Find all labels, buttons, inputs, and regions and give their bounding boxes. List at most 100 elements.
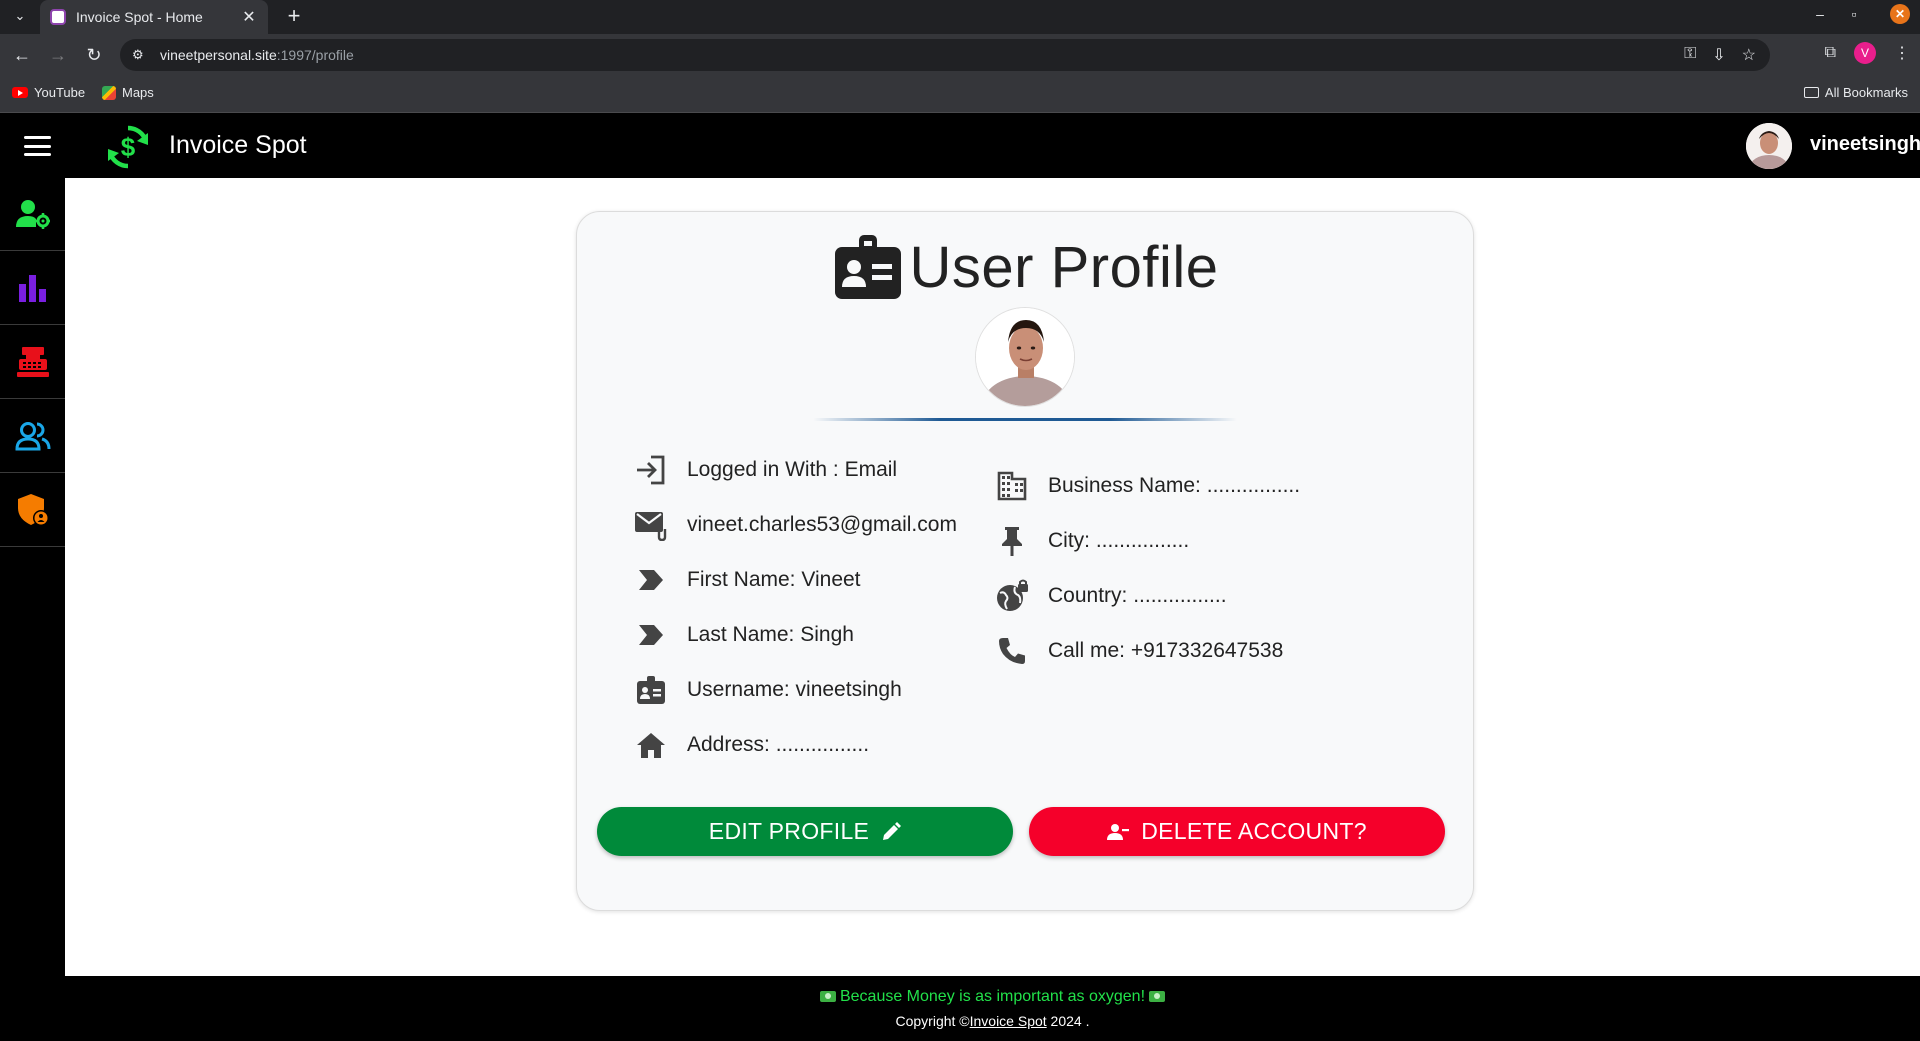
tab-search-icon[interactable]: ⌄ xyxy=(8,4,32,28)
info-first-name: First Name: Vineet xyxy=(633,560,861,600)
email-icon xyxy=(633,507,669,543)
window-close-icon[interactable]: ✕ xyxy=(1890,4,1910,24)
copyright-link[interactable]: Invoice Spot xyxy=(970,1013,1047,1029)
back-icon[interactable]: ← xyxy=(8,41,36,69)
shield-user-icon xyxy=(17,494,49,526)
label-icon xyxy=(633,562,669,598)
main-content: User Profile Logged in With: Email vine… xyxy=(65,178,1920,976)
first-name-text: First Name: Vineet xyxy=(687,568,861,591)
svg-text:$: $ xyxy=(121,132,136,162)
username-text: Username: vineetsingh xyxy=(687,678,902,701)
youtube-icon xyxy=(12,87,28,98)
info-phone: Call me: +917332647538 xyxy=(994,631,1283,671)
address-text: Address: ................ xyxy=(687,733,870,756)
page-title: User Profile xyxy=(909,234,1219,300)
building-icon xyxy=(994,468,1030,504)
browser-profile-avatar[interactable]: V xyxy=(1854,42,1876,64)
cash-register-icon xyxy=(16,347,49,377)
header-divider xyxy=(813,418,1237,421)
browser-tab[interactable]: Invoice Spot - Home ✕ xyxy=(40,0,268,34)
info-email: vineet.charles53@gmail.com xyxy=(633,505,957,545)
money-icon xyxy=(1149,991,1166,1003)
delete-account-button[interactable]: DELETE ACCOUNT? xyxy=(1029,807,1445,856)
forward-icon[interactable]: → xyxy=(44,41,72,69)
bookmark-youtube[interactable]: YouTube xyxy=(12,85,85,100)
profile-picture[interactable] xyxy=(975,307,1075,407)
reload-icon[interactable]: ↻ xyxy=(80,41,108,69)
brand-name[interactable]: Invoice Spot xyxy=(169,131,307,160)
url-path: :1997/profile xyxy=(276,47,354,63)
sidebar-item-cash-register[interactable] xyxy=(0,326,65,399)
tagline-text: Because Money is as important as oxygen! xyxy=(839,988,1146,1005)
edit-profile-button[interactable]: EDIT PROFILE xyxy=(597,807,1013,856)
user-gear-icon xyxy=(15,200,50,229)
phone-icon xyxy=(994,633,1030,669)
email-text: vineet.charles53@gmail.com xyxy=(687,513,957,536)
pin-icon xyxy=(994,523,1030,559)
pencil-icon xyxy=(883,821,902,840)
profile-card: User Profile Logged in With: Email vine… xyxy=(576,211,1474,911)
minimize-icon[interactable]: – xyxy=(1804,0,1836,28)
globe-icon xyxy=(994,578,1030,614)
home-icon xyxy=(633,727,669,763)
login-method-text: Logged in With : Email xyxy=(687,458,898,481)
tab-close-icon[interactable]: ✕ xyxy=(240,7,258,27)
login-icon xyxy=(633,452,669,488)
info-city: City: ................ xyxy=(994,521,1189,561)
users-icon xyxy=(14,422,50,451)
bookmarks-bar: YouTube Maps All Bookmarks xyxy=(0,76,1920,113)
info-last-name: Last Name: Singh xyxy=(633,615,854,655)
bookmark-star-icon[interactable]: ☆ xyxy=(1742,45,1756,65)
sidebar-item-user-settings[interactable] xyxy=(0,178,65,251)
profile-header: User Profile xyxy=(577,232,1475,302)
user-avatar[interactable] xyxy=(1746,123,1792,169)
browser-toolbar: ← → ↻ ⚙ vineetpersonal.site:1997/profile… xyxy=(0,34,1920,76)
new-tab-icon[interactable]: + xyxy=(280,2,308,30)
country-text: Country: ................ xyxy=(1048,584,1227,607)
copyright-suffix: 2024 . xyxy=(1046,1013,1090,1029)
footer-copyright: Copyright ©Invoice Spot 2024 . xyxy=(65,1013,1920,1029)
bookmark-label: Maps xyxy=(122,85,154,100)
info-login-method: Logged in With : Email xyxy=(633,450,897,490)
city-text: City: ................ xyxy=(1048,529,1190,552)
all-bookmarks[interactable]: All Bookmarks xyxy=(1803,85,1908,100)
url-host: vineetpersonal.site xyxy=(160,47,277,63)
money-icon xyxy=(819,991,836,1003)
address-bar[interactable]: ⚙ vineetpersonal.site:1997/profile ⚿ ⇩ ☆ xyxy=(120,39,1770,71)
tab-favicon-icon xyxy=(50,9,66,25)
app-bar: $ Invoice Spot vineetsingh xyxy=(0,113,1920,178)
sidebar-item-analytics[interactable] xyxy=(0,252,65,325)
info-username: Username: vineetsingh xyxy=(633,670,902,710)
browser-menu-icon[interactable]: ⋮ xyxy=(1894,43,1910,63)
maps-icon xyxy=(102,85,116,100)
user-name[interactable]: vineetsingh xyxy=(1810,133,1920,156)
badge-icon xyxy=(633,672,669,708)
maximize-icon[interactable]: ▫ xyxy=(1838,0,1870,28)
bookmark-label: YouTube xyxy=(34,85,86,100)
toolbar-right: ⧉ V ⋮ xyxy=(1825,42,1910,64)
extensions-icon[interactable]: ⧉ xyxy=(1825,44,1836,62)
edit-profile-label: EDIT PROFILE xyxy=(708,818,870,844)
side-nav xyxy=(0,178,65,1041)
install-app-icon[interactable]: ⇩ xyxy=(1712,45,1725,65)
site-settings-icon[interactable]: ⚙ xyxy=(132,47,152,63)
sidebar-item-users[interactable] xyxy=(0,400,65,473)
footer: Because Money is as important as oxygen!… xyxy=(65,976,1920,1041)
browser-tab-bar: ⌄ Invoice Spot - Home ✕ + – ▫ ✕ xyxy=(0,0,1920,34)
bookmark-maps[interactable]: Maps xyxy=(102,85,154,100)
info-address: Address: ................ xyxy=(633,725,869,765)
menu-icon[interactable] xyxy=(24,136,51,156)
sidebar-item-security[interactable] xyxy=(0,474,65,547)
password-key-icon[interactable]: ⚿ xyxy=(1684,45,1696,65)
all-bookmarks-label: All Bookmarks xyxy=(1824,85,1908,100)
delete-account-label: DELETE ACCOUNT? xyxy=(1141,818,1367,844)
tab-title: Invoice Spot - Home xyxy=(76,9,203,25)
bar-chart-icon xyxy=(18,275,46,302)
brand-logo-icon: $ xyxy=(107,125,149,169)
phone-text: Call me: +917332647538 xyxy=(1048,639,1284,662)
business-name-text: Business Name: ................ xyxy=(1048,474,1301,497)
footer-tagline: Because Money is as important as oxygen! xyxy=(65,988,1920,1006)
id-badge-icon xyxy=(834,235,901,299)
label-icon xyxy=(633,617,669,653)
info-country: Country: ................ xyxy=(994,576,1227,616)
